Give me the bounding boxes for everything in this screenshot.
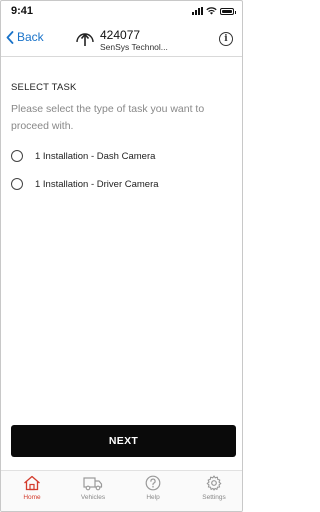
radio-button[interactable] [11, 178, 23, 190]
device-subtitle: SenSys Technol... [100, 42, 168, 52]
navigation-header: Back 424077 SenSys Technol... i [1, 23, 242, 57]
info-button[interactable]: i [219, 32, 233, 46]
home-icon [24, 475, 40, 491]
task-option-label: 1 Installation - Dash Camera [35, 150, 156, 162]
tab-vehicles[interactable]: Vehicles [73, 475, 113, 501]
device-id: 424077 [100, 28, 141, 42]
tab-label: Settings [202, 494, 226, 501]
back-button[interactable]: Back [6, 30, 44, 44]
tab-label: Vehicles [80, 494, 106, 501]
section-title: SELECT TASK [11, 82, 77, 93]
info-icon: i [224, 34, 228, 44]
phone-screen: 9:41 Back 424077 SenSys Technol... i SEL… [0, 0, 243, 512]
status-icons [192, 7, 236, 15]
wifi-icon [206, 7, 217, 15]
tab-settings[interactable]: Settings [194, 475, 234, 501]
task-option-dash-camera[interactable]: 1 Installation - Dash Camera [11, 150, 155, 162]
task-option-label: 1 Installation - Driver Camera [35, 178, 159, 190]
cellular-signal-icon [192, 7, 203, 15]
tab-label: Home [23, 494, 41, 501]
status-time: 9:41 [11, 5, 34, 17]
truck-icon [83, 477, 103, 491]
upload-arrow-icon [76, 33, 94, 46]
battery-icon [220, 7, 236, 15]
task-option-driver-camera[interactable]: 1 Installation - Driver Camera [11, 178, 159, 190]
help-icon [145, 475, 161, 491]
tab-help[interactable]: Help [133, 475, 173, 501]
tab-label: Help [146, 494, 160, 501]
radio-button[interactable] [11, 150, 23, 162]
back-label: Back [17, 30, 44, 44]
next-button[interactable]: NEXT [11, 425, 236, 457]
chevron-left-icon [6, 30, 14, 44]
section-description: Please select the type of task you want … [11, 103, 205, 132]
tab-home[interactable]: Home [12, 475, 52, 501]
gear-icon [206, 475, 222, 491]
tab-bar: Home Vehicles Help Settings [1, 470, 242, 511]
status-bar: 9:41 [1, 1, 242, 23]
